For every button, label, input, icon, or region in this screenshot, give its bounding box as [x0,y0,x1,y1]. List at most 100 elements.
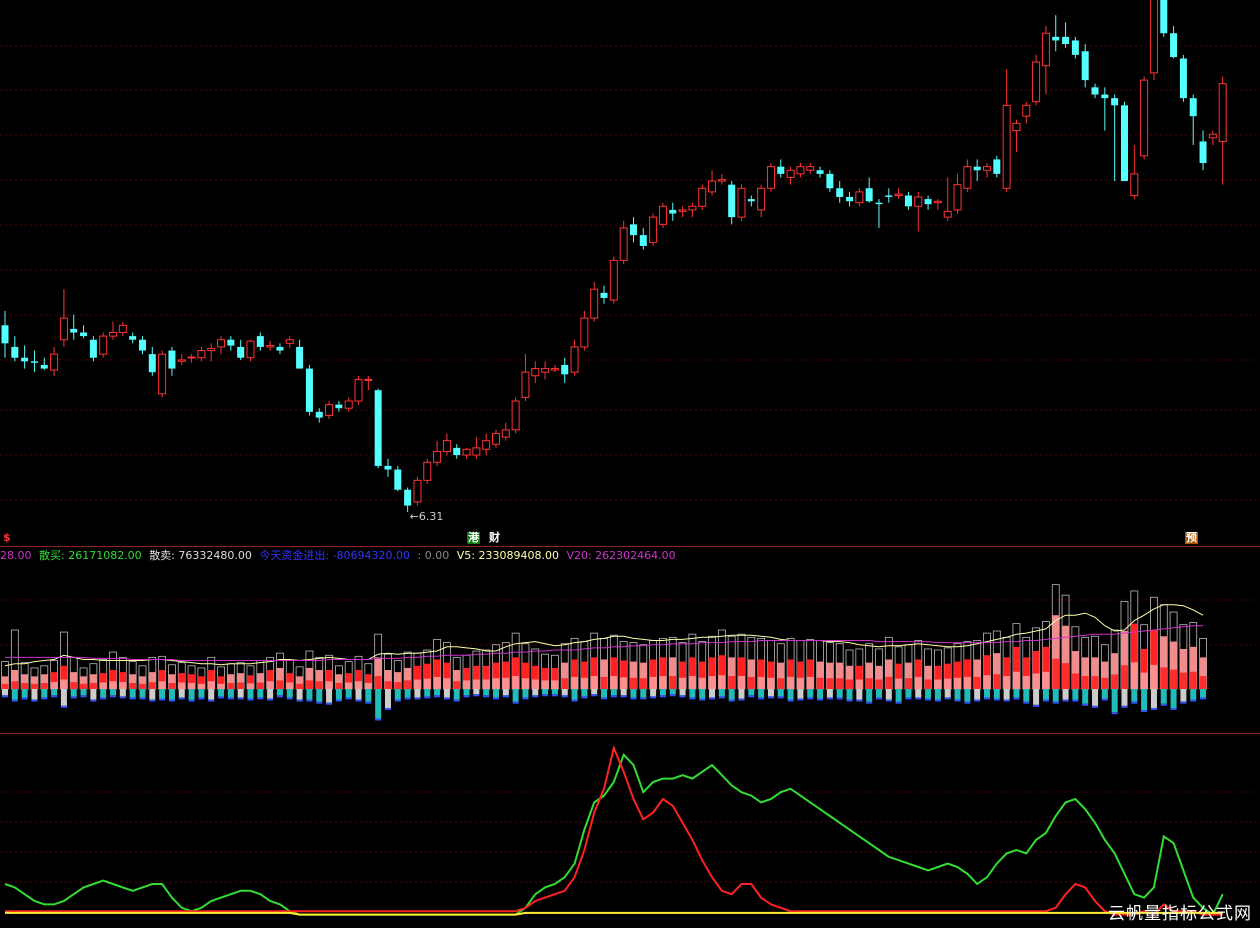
volume-down-bar [866,689,873,702]
volume-inner-bar [217,683,225,689]
volume-inner-bar [394,682,402,689]
volume-down-bar [434,689,441,696]
candle-body-down [639,235,647,246]
volume-down-bar [630,689,637,698]
volume-down-bar [767,689,774,697]
volume-inner-bar [99,682,107,689]
candle-body-up [541,368,550,373]
volume-down-cap [237,697,244,700]
candle-body-up [590,288,599,319]
volume-down-cap [1160,703,1167,706]
candle-body-up [492,432,500,445]
volume-inner-bar [1170,669,1178,689]
volume-inner-bar [423,678,431,689]
volume-down-cap [139,697,146,700]
volume-inner-bar [934,679,942,689]
volume-inner-bar [237,682,245,689]
volume-down-cap [1092,705,1099,708]
candle-body-up [894,193,903,196]
candle-body-down [237,346,245,358]
volume-down-bar [345,689,352,698]
volume-inner-bar [541,680,549,689]
volume-down-cap [620,695,627,698]
volume-down-cap [944,697,951,700]
legend-value-0: 28.00 [0,549,32,562]
volume-down-cap [954,699,961,702]
volume-down-bar [463,689,470,696]
volume-down-cap [100,697,107,700]
volume-inner-bar [463,680,471,689]
volume-down-bar [954,689,961,700]
candle-body-down [70,328,78,333]
volume-inner-bar [60,679,68,689]
candle-body-up [207,347,216,352]
volume-down-cap [846,699,853,702]
volume-down-bar [453,689,460,700]
candle-body-up [737,187,746,218]
volume-inner-bar [610,676,618,689]
volume-inner-bar [168,682,176,689]
volume-down-cap [473,694,480,697]
volume-down-bar [895,689,902,702]
badge-dollar[interactable]: $ [2,532,12,544]
badge-hk[interactable]: 港 [467,532,480,544]
volume-inner-bar [247,683,254,689]
volume-down-bar [2,689,8,696]
candle-body-down [561,364,569,375]
volume-inner-bar [138,683,146,689]
volume-ma5-line [4,604,1204,667]
volume-inner-bar [973,676,981,689]
volume-down-cap [227,697,234,700]
volume-down-cap [355,699,362,702]
candle-body-up [50,353,59,371]
candle-body-down [629,224,637,236]
candle-body-up [943,210,952,218]
badge-finance[interactable]: 财 [488,532,501,544]
volume-inner-bar [787,676,795,689]
volume-down-cap [522,697,529,700]
volume-down-cap [551,694,558,697]
candle-body-up [1022,104,1031,117]
volume-inner-bar [472,679,480,689]
legend-retail-sell: 散卖: 76332480.00 [149,549,252,562]
volume-down-cap [41,697,48,700]
volume-down-cap [581,696,588,699]
watermark: 云帆量指标公式网 [1108,904,1252,924]
volume-inner-bar [669,676,677,689]
volume-down-bar [601,689,608,698]
candle-body-down [1199,141,1207,164]
candle-body-down [315,411,323,418]
volume-down-bar [208,689,215,700]
volume-down-bar [1190,689,1197,700]
volume-inner-bar [708,676,716,689]
volume-down-bar [993,689,1000,699]
candle-body-down [1111,98,1119,106]
volume-inner-bar [178,682,186,689]
candle-body-down [89,339,97,358]
candle-body-up [462,448,471,456]
volume-down-bar [1052,689,1059,702]
volume-down-bar [80,689,87,696]
volume-down-cap [502,695,509,698]
volume-down-bar [777,689,784,697]
volume-inner-bar [335,682,343,689]
badge-forecast[interactable]: 预 [1185,532,1198,544]
volume-down-cap [1101,698,1108,701]
volume-down-bar [267,689,274,699]
candle-body-down [374,390,382,466]
volume-inner-bar [374,676,382,689]
volume-down-bar [1121,689,1128,706]
candle-body-down [1170,33,1178,58]
candle-body-down [924,199,932,205]
candle-body-up [344,400,353,409]
candle-body-up [914,196,923,207]
volume-down-cap [286,697,293,700]
volume-down-cap [669,694,676,697]
volume-inner-bar [197,683,205,689]
candle-body-down [276,346,284,351]
volume-inner-bar [1120,665,1128,689]
candle-body-down [816,170,824,174]
candle-body-up [963,166,972,189]
volume-down-cap [434,695,441,698]
volume-down-cap [728,699,735,702]
